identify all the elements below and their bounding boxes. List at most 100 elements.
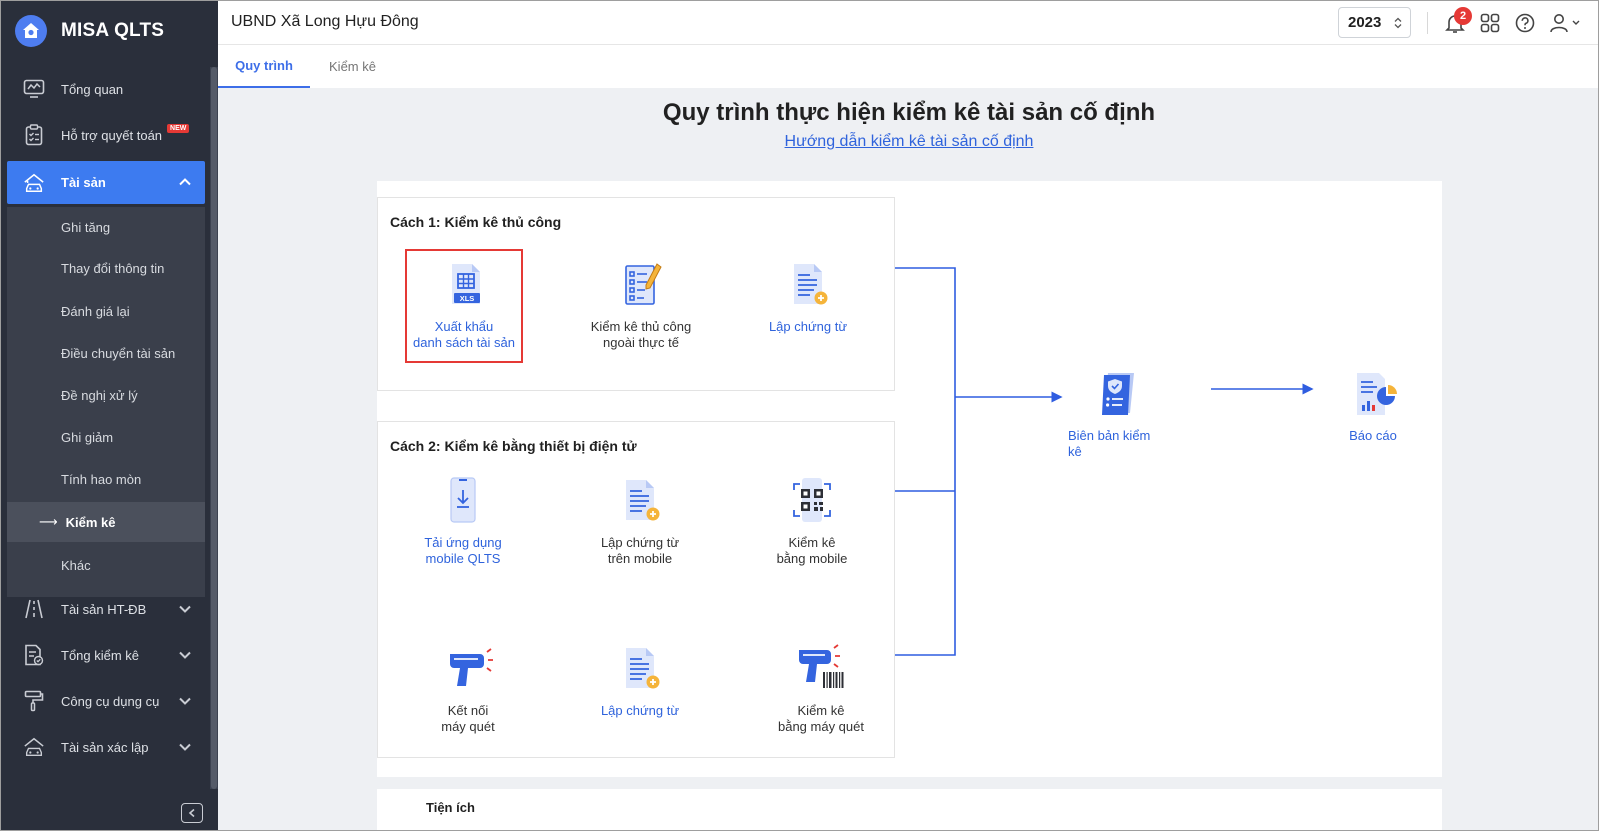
sidebar-item-cong-cu-dung-cu[interactable]: Công cụ dụng cụ xyxy=(7,680,205,722)
organization-name: UBND Xã Long Hựu Đông xyxy=(231,13,419,30)
submenu-item-label: Ghi tăng xyxy=(61,219,111,235)
submenu-item-khac[interactable]: Khác xyxy=(7,545,205,585)
sidebar-item-ho-tro-quyet-toan[interactable]: Hỗ trợ quyết toán NEW xyxy=(7,114,205,156)
checklist-pen-icon xyxy=(613,258,669,314)
submenu-item-ghi-tang[interactable]: Ghi tăng xyxy=(7,207,205,247)
step-bao-cao[interactable]: Báo cáo xyxy=(1303,367,1443,444)
sidebar-item-label: Tài sản xác lập xyxy=(61,739,149,755)
tab-quy-trinh[interactable]: Quy trình xyxy=(218,45,310,88)
app-name: MISA QLTS xyxy=(61,20,165,41)
step-label-line2: mobile QLTS xyxy=(425,551,501,566)
step-label-line1: Kiểm kê xyxy=(788,535,836,550)
mobile-download-icon xyxy=(435,474,491,530)
sidebar-item-label: Hỗ trợ quyết toán xyxy=(61,127,163,143)
xls-file-icon: XLS xyxy=(436,258,492,314)
submenu-item-kiem-ke[interactable]: ⟶ Kiểm kê xyxy=(7,502,205,542)
step-lap-chung-tu-1[interactable]: Lập chứng từ xyxy=(738,258,878,335)
sidebar-item-tong-kiem-ke[interactable]: Tổng kiểm kê xyxy=(7,634,205,676)
sidebar-item-tai-san-xac-lap[interactable]: Tài sản xác lập xyxy=(7,726,205,768)
step-label-line1: Biên bản kiểm xyxy=(1068,428,1151,443)
submenu-item-label: Thay đổi thông tin xyxy=(61,260,165,276)
main-content: Quy trình thực hiện kiểm kê tài sản cố đ… xyxy=(218,88,1598,830)
year-select[interactable]: 2023 xyxy=(1338,7,1411,38)
sort-arrows-icon xyxy=(1394,17,1402,29)
step-lap-chung-tu-mobile: Lập chứng từ trên mobile xyxy=(570,474,710,567)
year-value: 2023 xyxy=(1348,14,1382,31)
document-check-icon xyxy=(23,644,45,666)
step-label-line1: Báo cáo xyxy=(1349,428,1397,443)
step-label-line2: bằng mobile xyxy=(776,551,848,566)
submenu-item-label: Đề nghị xử lý xyxy=(61,387,138,403)
submenu-item-label: Khác xyxy=(61,557,91,573)
clipboard-check-icon xyxy=(23,124,45,146)
top-bar: UBND Xã Long Hựu Đông 2023 2 xyxy=(218,1,1598,45)
submenu-item-dieu-chuyen-tai-san[interactable]: Điều chuyển tài sản xyxy=(7,333,205,373)
step-label-line2: kê xyxy=(1068,444,1082,459)
step-bien-ban-kiem-ke[interactable]: Biên bản kiểm kê xyxy=(1068,367,1188,460)
xls-tag: XLS xyxy=(460,294,475,303)
house-car-icon xyxy=(23,736,45,758)
step-label-line1: Kiểm kê xyxy=(797,703,845,718)
step-lap-chung-tu-2[interactable]: Lập chứng từ xyxy=(570,642,710,719)
submenu-tai-san: Ghi tăng Thay đổi thông tin Đánh giá lại… xyxy=(7,207,205,597)
submenu-item-label: Kiểm kê xyxy=(65,514,116,530)
method1-title: Cách 1: Kiểm kê thủ công xyxy=(390,214,562,230)
step-xuat-khau[interactable]: XLS Xuất khẩu danh sách tài sản xyxy=(394,258,534,351)
step-label-line1: Lập chứng từ xyxy=(768,319,848,334)
submenu-item-thay-doi-thong-tin[interactable]: Thay đổi thông tin xyxy=(7,248,205,288)
sidebar-scrollbar-thumb[interactable] xyxy=(211,67,217,789)
guide-link: Hướng dẫn kiểm kê tài sản cố định xyxy=(218,133,1598,151)
apps-grid-icon[interactable] xyxy=(1479,12,1501,34)
step-label-line2: máy quét xyxy=(441,719,495,734)
document-add-icon xyxy=(780,258,836,314)
tab-kiem-ke[interactable]: Kiểm kê xyxy=(310,45,395,88)
chevron-down-icon xyxy=(179,743,191,751)
sidebar-item-tong-quan[interactable]: Tổng quan xyxy=(7,68,205,110)
page-title: Quy trình thực hiện kiểm kê tài sản cố đ… xyxy=(662,99,1156,126)
sidebar-item-label: Công cụ dụng cụ xyxy=(61,693,160,709)
chart-monitor-icon xyxy=(23,78,45,100)
step-tai-ung-dung[interactable]: Tải ứng dụng mobile QLTS xyxy=(393,474,533,567)
paint-roller-icon xyxy=(23,690,45,712)
qr-scan-icon xyxy=(784,474,840,530)
chevron-down-icon xyxy=(179,697,191,705)
chevron-left-icon xyxy=(188,808,195,818)
submenu-item-label: Điều chuyển tài sản xyxy=(61,345,176,361)
step-label-line2: danh sách tài sản xyxy=(413,335,515,350)
chevron-up-icon xyxy=(179,178,191,186)
sidebar-item-label: Tổng quan xyxy=(61,81,124,97)
step-label-line2: ngoài thực tế xyxy=(603,335,679,350)
tab-label: Kiểm kê xyxy=(329,59,376,74)
step-ket-noi-may-quet: Kết nối máy quét xyxy=(398,642,538,735)
utility-section: Tiện ích xyxy=(377,789,1442,830)
help-icon[interactable] xyxy=(1514,12,1536,34)
sidebar-item-tai-san-ht-db[interactable]: Tài sản HT-ĐB xyxy=(7,588,205,630)
header-divider xyxy=(1427,12,1428,34)
app-logo[interactable]: MISA QLTS xyxy=(15,15,164,47)
step-label-line1: Lập chứng từ xyxy=(600,535,680,550)
document-add-icon xyxy=(612,474,668,530)
report-chart-icon xyxy=(1345,367,1401,423)
submenu-item-ghi-giam[interactable]: Ghi giảm xyxy=(7,417,205,457)
submenu-item-de-nghi-xu-ly[interactable]: Đề nghị xử lý xyxy=(7,375,205,415)
chevron-down-icon xyxy=(179,605,191,613)
user-menu-icon[interactable] xyxy=(1549,12,1581,34)
road-icon xyxy=(23,598,45,620)
barcode-scanner-icon xyxy=(440,642,496,698)
guide-link-text[interactable]: Hướng dẫn kiểm kê tài sản cố định xyxy=(785,133,1034,150)
sidebar-item-tai-san[interactable]: Tài sản xyxy=(7,161,205,204)
step-label-line1: Kiểm kê thủ công xyxy=(590,319,692,334)
step-kiem-ke-may-quet: Kiểm kê bằng máy quét xyxy=(751,642,891,735)
scanner-barcode-icon xyxy=(793,642,849,698)
house-logo-icon xyxy=(15,15,47,47)
collapse-sidebar-button[interactable] xyxy=(181,803,203,823)
submenu-item-label: Ghi giảm xyxy=(61,429,114,445)
step-label-line1: Lập chứng từ xyxy=(600,703,680,718)
process-panel: Cách 1: Kiểm kê thủ công Cách 2: Kiểm kê… xyxy=(377,181,1442,777)
submenu-item-label: Đánh giá lại xyxy=(61,303,130,319)
submenu-item-danh-gia-lai[interactable]: Đánh giá lại xyxy=(7,291,205,331)
chevron-down-icon xyxy=(179,651,191,659)
tab-label: Quy trình xyxy=(235,58,293,73)
submenu-item-tinh-hao-mon[interactable]: Tính hao mòn xyxy=(7,459,205,499)
step-kiem-ke-thu-cong: Kiểm kê thủ công ngoài thực tế xyxy=(571,258,711,351)
